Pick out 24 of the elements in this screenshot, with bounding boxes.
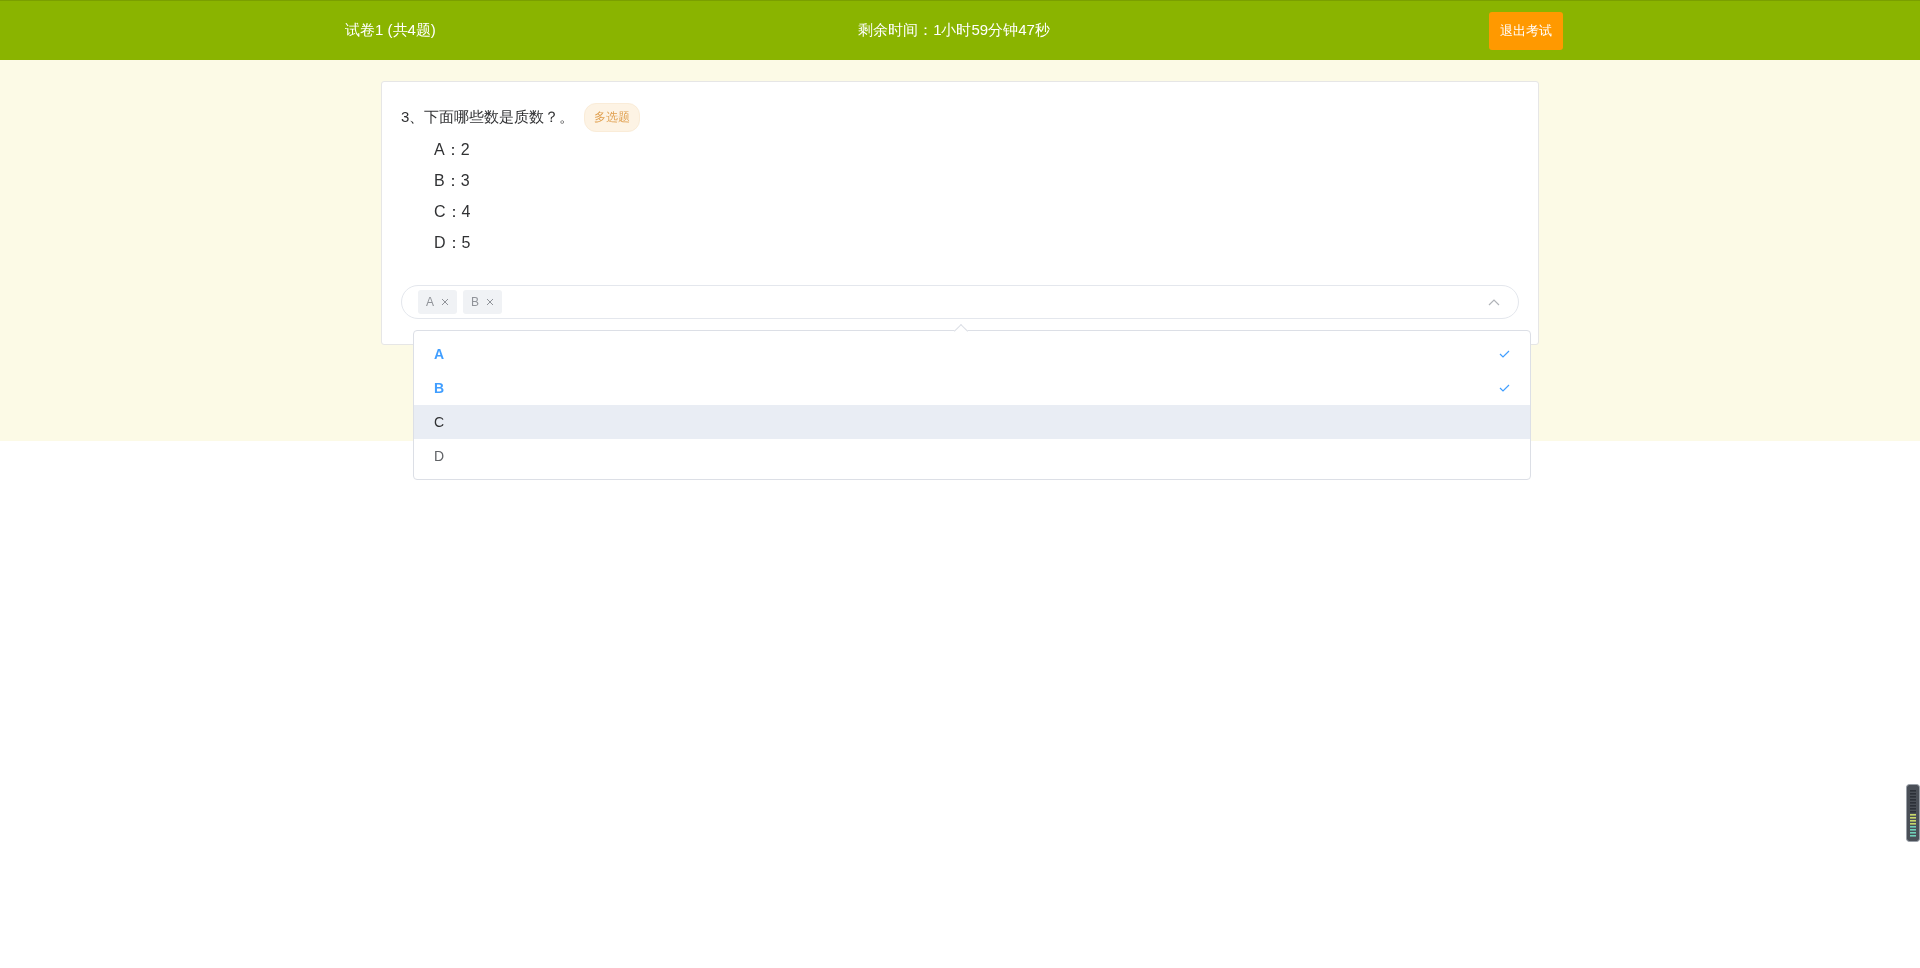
selected-tag: B (463, 290, 503, 314)
option-label: B (434, 380, 445, 396)
option-text: A：2 (434, 140, 471, 160)
check-icon (1499, 384, 1510, 392)
option-label: A (434, 346, 445, 362)
question-text: 3、下面哪些数是质数？。 (401, 108, 575, 127)
close-icon[interactable] (441, 298, 449, 306)
dropdown-option[interactable]: C (414, 405, 1530, 439)
question-type-tag: 多选题 (584, 103, 641, 132)
option-text: D：5 (434, 233, 472, 253)
check-icon (1499, 350, 1510, 358)
exit-exam-button[interactable]: 退出考试 (1489, 11, 1563, 50)
option-text: C：4 (434, 202, 472, 222)
option-label: C (434, 414, 445, 430)
selected-tag: A (418, 290, 457, 314)
level-meter-widget-icon[interactable] (1906, 784, 1920, 842)
dropdown-option[interactable]: D (414, 439, 1530, 473)
exam-title: 试卷1 (共4题) (345, 21, 436, 40)
dropdown-option[interactable]: A (414, 337, 1530, 371)
option-text: B：3 (434, 171, 471, 191)
remaining-time: 剩余时间：1小时59分钟47秒 (858, 21, 1050, 40)
dropdown-option[interactable]: B (414, 371, 1530, 405)
option-label: D (434, 448, 445, 464)
close-icon[interactable] (486, 298, 495, 306)
